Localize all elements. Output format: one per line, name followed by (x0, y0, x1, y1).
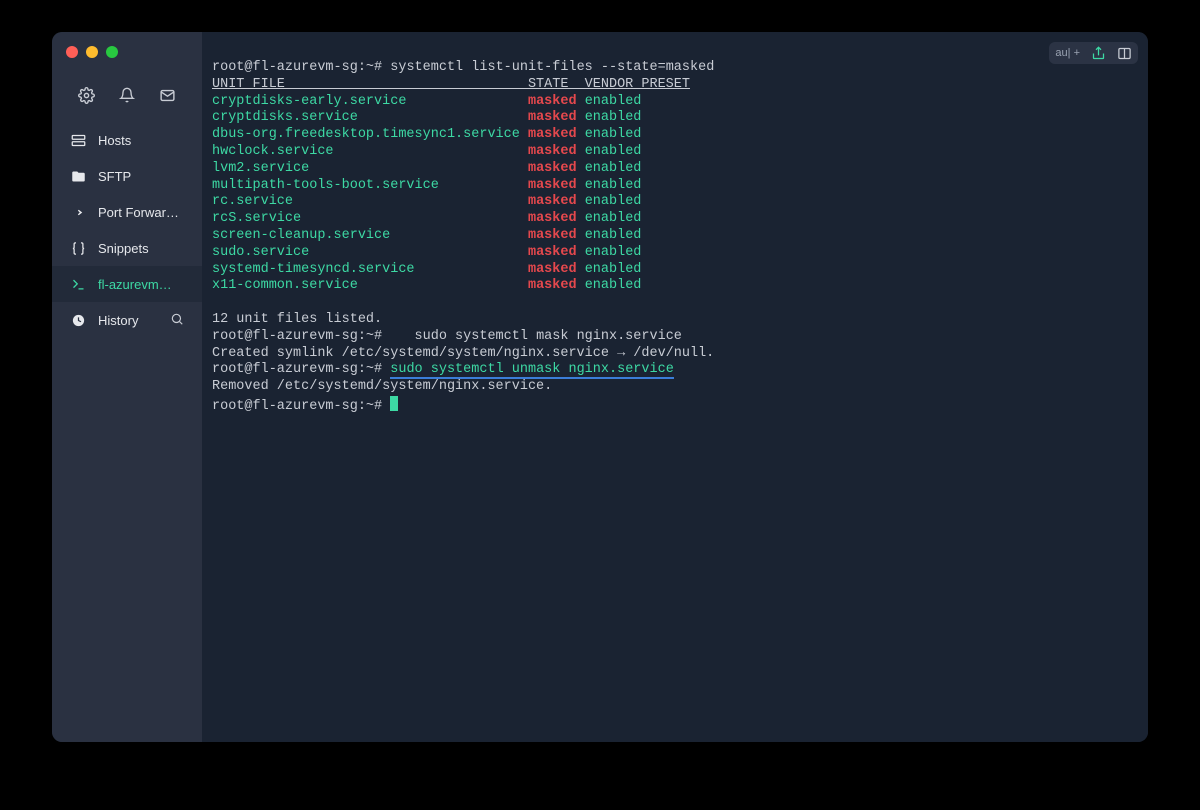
sidebar-item-hosts[interactable]: Hosts (52, 122, 202, 158)
clock-icon (70, 313, 86, 329)
terminal-icon (70, 276, 86, 292)
sidebar-item-sftp[interactable]: SFTP (52, 158, 202, 194)
folder-icon (70, 168, 86, 184)
sidebar-item-snippets[interactable]: Snippets (52, 230, 202, 266)
minimize-icon[interactable] (86, 46, 98, 58)
hosts-icon (70, 132, 86, 148)
nav: Hosts SFTP Port Forwarding Snippets (52, 122, 202, 339)
terminal-output[interactable]: root@fl-azurevm-sg:~# systemctl list-uni… (212, 60, 1138, 416)
close-icon[interactable] (66, 46, 78, 58)
sidebar-item-label: Hosts (98, 133, 184, 148)
sidebar-item-label: fl-azurevm… (98, 277, 184, 292)
sidebar-item-portforwarding[interactable]: Port Forwarding (52, 194, 202, 230)
braces-icon (70, 240, 86, 256)
terminal-toolbar: au| + (1049, 42, 1138, 64)
toolbar-text[interactable]: au| + (1055, 47, 1080, 59)
mail-icon[interactable] (159, 86, 177, 104)
sidebar: Hosts SFTP Port Forwarding Snippets (52, 32, 202, 742)
sidebar-item-label: Snippets (98, 241, 184, 256)
terminal-pane[interactable]: au| + root@fl-azurevm-sg:~# systemctl li… (202, 32, 1148, 742)
sidebar-item-label: Port Forwarding (98, 205, 184, 220)
sidebar-item-session[interactable]: fl-azurevm… (52, 266, 202, 302)
share-icon[interactable] (1090, 45, 1106, 61)
sidebar-toprow (52, 76, 202, 122)
sidebar-item-label: SFTP (98, 169, 184, 184)
app-window: Hosts SFTP Port Forwarding Snippets (52, 32, 1148, 742)
forward-icon (70, 204, 86, 220)
search-icon[interactable] (170, 312, 184, 329)
split-icon[interactable] (1116, 45, 1132, 61)
window-controls (52, 40, 202, 76)
gear-icon[interactable] (77, 86, 95, 104)
sidebar-item-history[interactable]: History (52, 302, 202, 339)
sidebar-item-label: History (98, 313, 158, 328)
bell-icon[interactable] (118, 86, 136, 104)
zoom-icon[interactable] (106, 46, 118, 58)
